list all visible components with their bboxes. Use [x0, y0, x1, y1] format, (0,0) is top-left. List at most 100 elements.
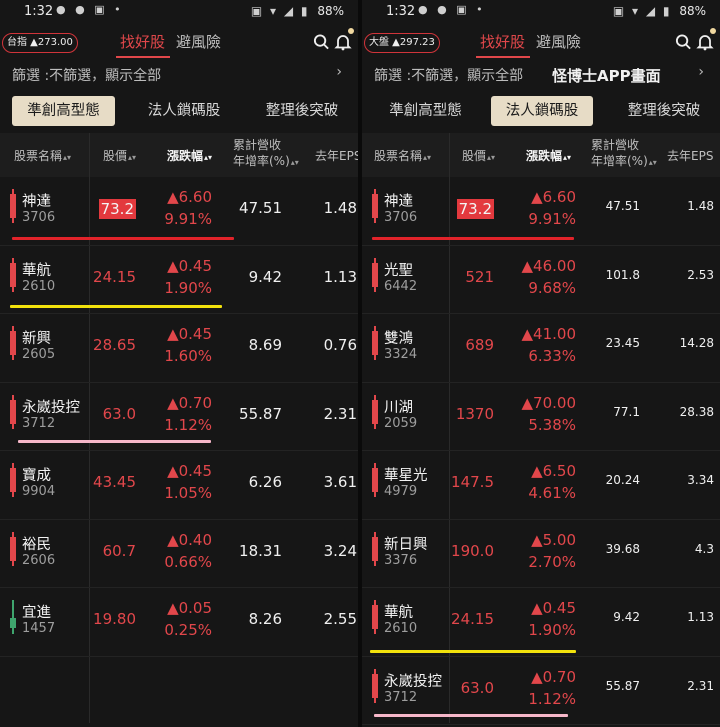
tab-find-stocks[interactable]: 找好股: [480, 31, 525, 53]
filter-label: 篩選 :不篩選，顯示全部: [12, 68, 162, 84]
stock-code: 2059: [384, 415, 418, 431]
stock-code: 9904: [22, 484, 56, 499]
stock-code: 2605: [22, 347, 56, 362]
last-year-eps: 2.55: [323, 610, 357, 628]
index-badge[interactable]: 大盤 ▲297.23: [364, 33, 440, 53]
segment-institutional[interactable]: 法人鎖碼股: [135, 96, 233, 126]
stock-code: 3324: [384, 347, 418, 362]
segment-new-high[interactable]: 準創高型態: [12, 96, 115, 126]
header-change-label: 漲跌幅: [526, 149, 563, 163]
table-row[interactable]: 寶成 9904 43.45 ▲0.45 1.05% 6.26 3.61: [0, 451, 358, 520]
stock-name: 宜進: [22, 605, 51, 621]
yellow-underline-mark: [10, 305, 222, 308]
stock-price: 43.45: [93, 473, 136, 491]
table-row[interactable]: 新興 2605 28.65 ▲0.45 1.60% 8.69 0.76: [0, 314, 358, 383]
stock-code: 3376: [384, 552, 418, 568]
candlestick-icon: [10, 531, 16, 566]
stock-code: 2610: [384, 621, 418, 636]
sort-icon: ▴▾: [423, 153, 432, 162]
candlestick-icon: [10, 189, 16, 223]
stock-code: 4979: [384, 484, 418, 499]
stock-name: 寶成: [22, 468, 51, 484]
price-change: ▲0.05: [167, 599, 212, 617]
red-underline-mark: [372, 237, 574, 240]
stock-code: 2610: [22, 278, 56, 294]
filter-note: 怪博士APP畫面: [552, 67, 661, 85]
stock-name: 川湖: [384, 399, 413, 416]
sort-icon: ▴▾: [290, 158, 299, 167]
strategy-segments: 準創高型態 法人鎖碼股 整理後突破: [362, 96, 720, 126]
segment-institutional[interactable]: 法人鎖碼股: [491, 96, 593, 126]
table-row[interactable]: 華航 2610 24.15 ▲0.45 1.90% 9.42 1.13: [0, 246, 358, 314]
status-right: ▣ ▾ ◢ ▮ 88%: [613, 4, 706, 18]
price-change: ▲70.00: [521, 393, 576, 412]
notification-dot: [348, 28, 354, 34]
last-year-eps: 3.61: [323, 473, 357, 491]
header-change[interactable]: 漲跌幅▴▾: [167, 147, 212, 164]
table-row[interactable]: 雙鴻 3324 689 ▲41.00 6.33% 23.45 14.28: [362, 314, 720, 383]
header-price[interactable]: 股價▴▾: [103, 147, 136, 164]
table-row[interactable]: 新日興 3376 190.0 ▲5.00 2.70% 39.68 4.3: [362, 520, 720, 588]
bell-icon[interactable]: [696, 33, 714, 51]
right-screen: 1:32 ● ● ▣ • ▣ ▾ ◢ ▮ 88% 大盤 ▲297.23 找好股 …: [362, 0, 720, 727]
notification-dot: [710, 28, 716, 34]
header-revenue[interactable]: 累計營收 年增率(%)▴▾: [591, 137, 657, 171]
segment-breakout[interactable]: 整理後突破: [614, 96, 714, 126]
active-tab-underline: [116, 56, 170, 58]
tab-avoid-risk[interactable]: 避風險: [176, 31, 221, 53]
last-year-eps: 1.48: [687, 199, 714, 213]
segment-new-high[interactable]: 準創高型態: [374, 96, 477, 126]
table-row[interactable]: 宜進 1457 19.80 ▲0.05 0.25% 8.26 2.55: [0, 588, 358, 657]
price-change: ▲0.45: [531, 599, 576, 617]
search-icon[interactable]: [675, 33, 692, 51]
last-year-eps: 14.28: [679, 336, 714, 350]
percent-change: 9.91%: [528, 210, 576, 228]
stock-price: 63.0: [102, 404, 136, 423]
table-row[interactable]: 川湖 2059 1370 ▲70.00 5.38% 77.1 28.38: [362, 383, 720, 451]
stock-code: 3712: [22, 415, 56, 431]
table-header: 股票名稱▴▾ 股價▴▾ 漲跌幅▴▾ 累計營收 年增率(%)▴▾ 去年EPS: [362, 133, 720, 177]
table-row[interactable]: 華航 2610 24.15 ▲0.45 1.90% 9.42 1.13: [362, 588, 720, 657]
revenue-growth: 6.26: [248, 473, 282, 491]
stock-name: 華航: [22, 262, 51, 279]
table-row[interactable]: 裕民 2606 60.7 ▲0.40 0.66% 18.31 3.24: [0, 520, 358, 588]
filter-row[interactable]: 篩選 :不篩選，顯示全部 ›: [0, 64, 358, 86]
header-change[interactable]: 漲跌幅▴▾: [526, 147, 571, 164]
filter-label: 篩選 :不篩選，顯示全部: [374, 68, 524, 84]
revenue-growth: 77.1: [613, 404, 640, 419]
stock-price: 73.2: [98, 199, 136, 219]
percent-change: 4.61%: [528, 484, 576, 502]
percent-change: 0.25%: [164, 621, 212, 639]
candlestick-icon: [372, 189, 378, 223]
header-name[interactable]: 股票名稱▴▾: [14, 147, 71, 164]
revenue-growth: 23.45: [605, 336, 640, 350]
header-name[interactable]: 股票名稱▴▾: [374, 147, 431, 164]
search-icon[interactable]: [313, 33, 330, 51]
table-row[interactable]: 華星光 4979 147.5 ▲6.50 4.61% 20.24 3.34: [362, 451, 720, 520]
index-badge[interactable]: 台指 ▲273.00: [2, 33, 78, 53]
revenue-growth: 47.51: [605, 199, 640, 213]
segment-breakout[interactable]: 整理後突破: [252, 96, 352, 126]
tab-find-stocks[interactable]: 找好股: [120, 31, 165, 53]
header-price-label: 股價: [462, 149, 487, 163]
percent-change: 1.05%: [164, 484, 212, 502]
header-eps[interactable]: 去年EPS: [667, 147, 713, 164]
stock-price: 190.0: [451, 541, 494, 560]
price-change: ▲0.45: [167, 325, 212, 343]
table-row[interactable]: 神達 3706 73.2 ▲6.60 9.91% 47.51 1.48: [362, 177, 720, 246]
table-row[interactable]: 神達 3706 73.2 ▲6.60 9.91% 47.51 1.48: [0, 177, 358, 246]
bell-icon[interactable]: [334, 33, 352, 51]
status-bar: 1:32 ● ● ▣ • ▣ ▾ ◢ ▮ 88%: [362, 0, 720, 24]
last-year-eps: 2.31: [323, 404, 357, 423]
candlestick-icon: [372, 463, 378, 497]
header-revenue[interactable]: 累計營收 年增率(%)▴▾: [233, 137, 299, 171]
table-row[interactable]: 光聖 6442 521 ▲46.00 9.68% 101.8 2.53: [362, 246, 720, 314]
stock-price: 689: [465, 336, 494, 354]
header-change-label: 漲跌幅: [167, 149, 204, 163]
stock-name: 華航: [384, 605, 413, 621]
pink-underline-mark: [374, 714, 568, 717]
header-price[interactable]: 股價▴▾: [462, 147, 495, 164]
filter-row[interactable]: 篩選 :不篩選，顯示全部 怪博士APP畫面 ›: [362, 64, 720, 86]
header-eps[interactable]: 去年EPS: [315, 147, 358, 164]
tab-avoid-risk[interactable]: 避風險: [536, 31, 581, 53]
